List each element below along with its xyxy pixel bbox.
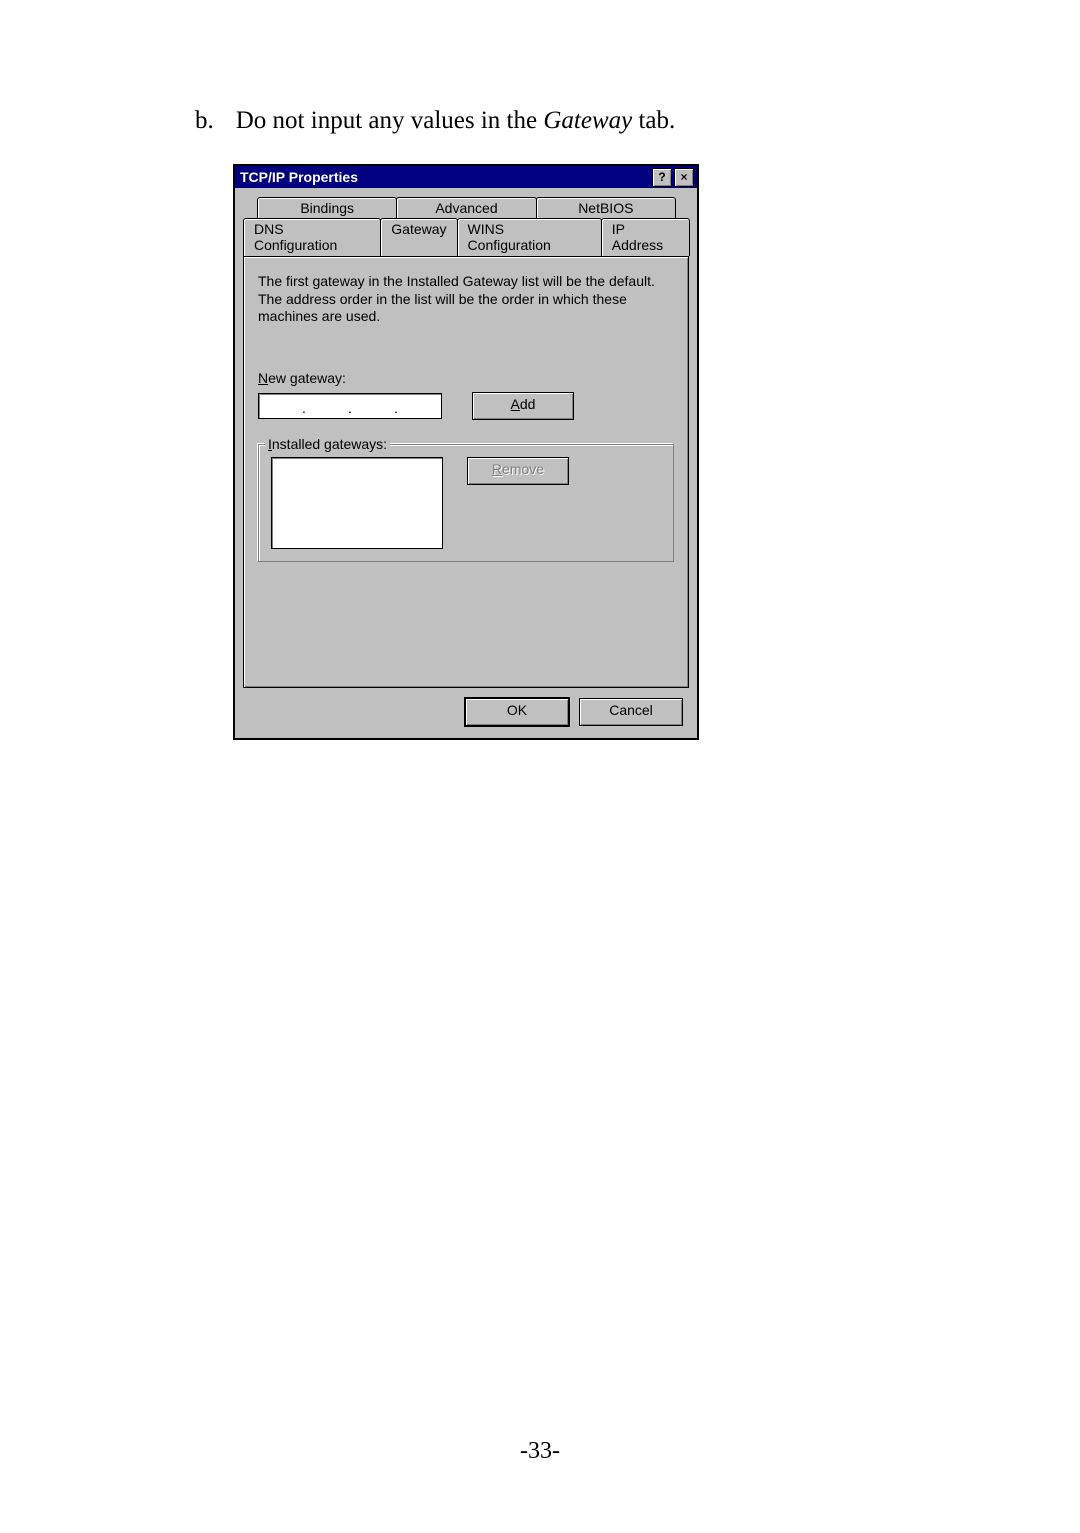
instruction-text: Do not input any values in the Gateway t…	[236, 105, 676, 138]
ip-octet-3[interactable]	[353, 398, 393, 418]
tab-strip: Bindings Advanced NetBIOS DNS Configurat…	[243, 197, 689, 256]
help-button[interactable]: ?	[652, 168, 672, 187]
installed-gateways-group: Installed gateways: Remove	[258, 444, 674, 562]
ip-octet-4[interactable]	[399, 398, 439, 418]
tab-netbios[interactable]: NetBIOS	[536, 197, 676, 219]
ok-button[interactable]: OK	[465, 698, 569, 726]
gateway-description: The first gateway in the Installed Gatew…	[258, 273, 674, 326]
dialog-button-bar: OK Cancel	[243, 698, 689, 728]
instruction-line: b. Do not input any values in the Gatewa…	[195, 105, 675, 138]
tab-gateway[interactable]: Gateway	[380, 218, 457, 256]
new-gateway-label: New gateway:	[258, 370, 674, 386]
new-gateway-ip-input[interactable]: . . .	[258, 393, 442, 419]
installed-gateways-list[interactable]	[271, 457, 443, 549]
tab-wins-configuration[interactable]: WINS Configuration	[457, 218, 602, 256]
close-icon: ×	[680, 171, 687, 183]
ip-octet-2[interactable]	[307, 398, 347, 418]
tab-bindings[interactable]: Bindings	[257, 197, 397, 219]
dialog-title: TCP/IP Properties	[238, 169, 650, 185]
tab-dns-configuration[interactable]: DNS Configuration	[243, 218, 381, 256]
cancel-button[interactable]: Cancel	[579, 698, 683, 726]
tcpip-properties-dialog: TCP/IP Properties ? × Bindings Advanced …	[233, 164, 699, 740]
question-icon: ?	[658, 171, 665, 183]
installed-gateways-label: Installed gateways:	[265, 436, 390, 452]
instruction-marker: b.	[195, 105, 214, 138]
ip-octet-1[interactable]	[261, 398, 301, 418]
tab-ip-address[interactable]: IP Address	[601, 218, 690, 256]
tab-panel-gateway: The first gateway in the Installed Gatew…	[243, 256, 689, 688]
remove-button: Remove	[467, 457, 569, 485]
add-button[interactable]: Add	[472, 392, 574, 420]
close-button[interactable]: ×	[674, 168, 694, 187]
tab-advanced[interactable]: Advanced	[396, 197, 536, 219]
titlebar: TCP/IP Properties ? ×	[235, 166, 697, 188]
page-number: -33-	[0, 1438, 1080, 1465]
